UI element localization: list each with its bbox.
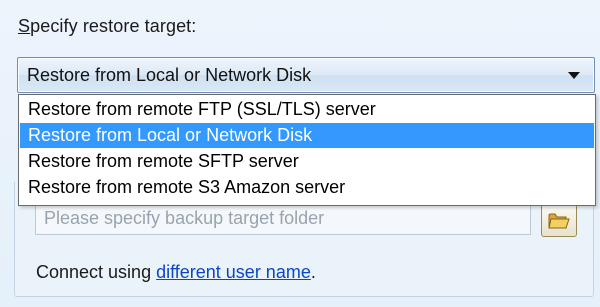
connect-suffix: . [310,262,316,282]
option-restore-sftp[interactable]: Restore from remote SFTP server [20,149,594,174]
option-restore-ftp[interactable]: Restore from remote FTP (SSL/TLS) server [20,97,594,122]
folder-open-icon [548,213,570,229]
restore-target-label: Specify restore target: [18,16,196,37]
restore-target-label-mnemonic: S [18,16,31,36]
restore-settings-panel: Specify restore target: Restore from Loc… [0,0,600,307]
different-user-name-link[interactable]: different user name [156,262,311,282]
restore-target-dropdown-list: Restore from remote FTP (SSL/TLS) server… [18,94,596,206]
option-restore-s3[interactable]: Restore from remote S3 Amazon server [20,175,594,200]
browse-folder-button[interactable] [541,203,577,237]
backup-target-folder-input[interactable]: Please specify backup target folder [35,205,531,235]
backup-target-folder-placeholder: Please specify backup target folder [44,208,325,228]
restore-target-label-text: pecify restore target: [30,16,197,36]
option-restore-local-disk[interactable]: Restore from Local or Network Disk [20,123,594,148]
restore-target-combobox[interactable]: Restore from Local or Network Disk [17,57,595,93]
restore-target-selected-value: Restore from Local or Network Disk [27,65,312,85]
chevron-down-icon[interactable] [568,72,580,79]
connect-prefix: Connect using [36,262,157,282]
connect-using-text: Connect using different user name. [36,262,316,283]
